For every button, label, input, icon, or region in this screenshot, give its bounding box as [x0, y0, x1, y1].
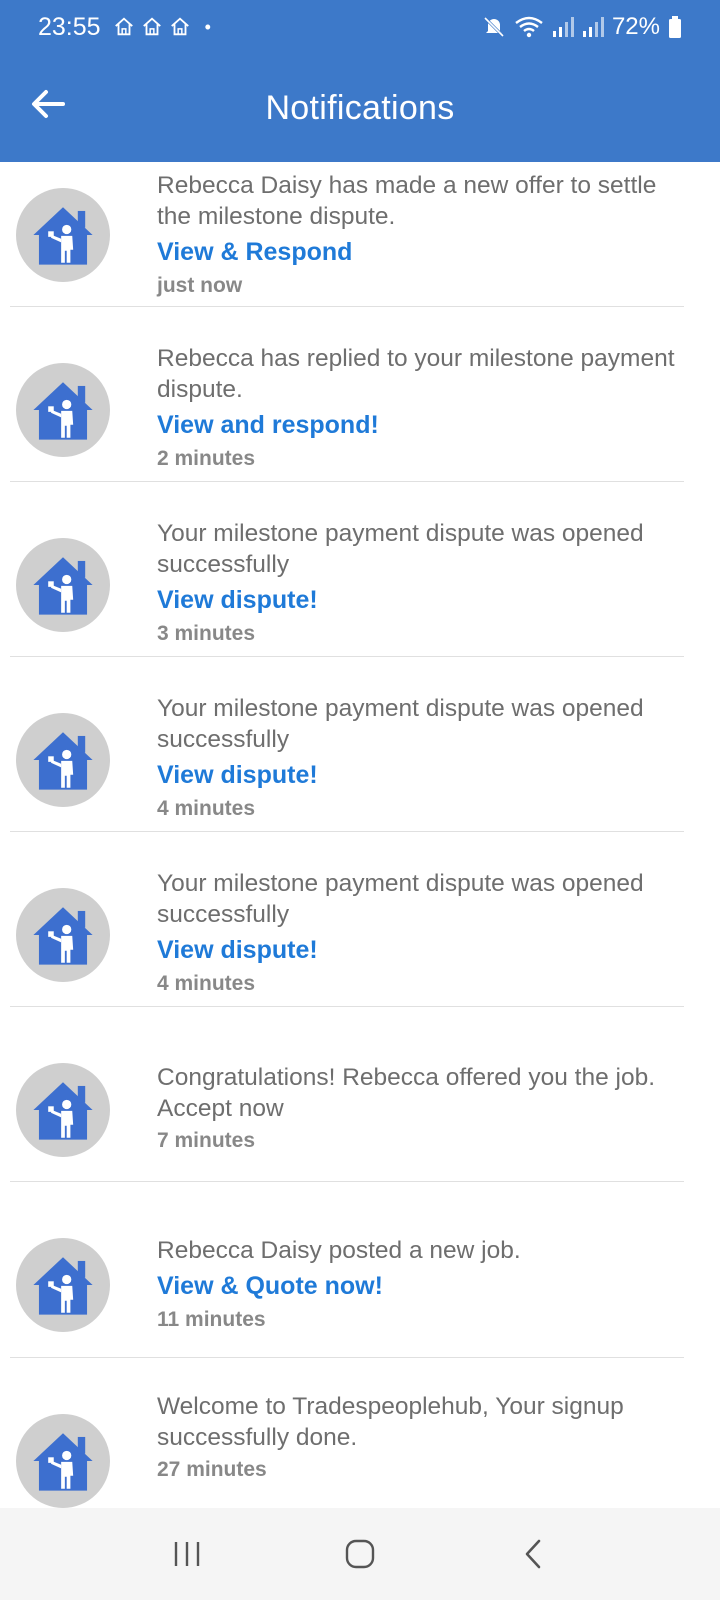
notification-item[interactable]: Rebecca Daisy posted a new job. View & Q… [10, 1182, 684, 1358]
back-icon [526, 1539, 541, 1569]
battery-percent: 72% [611, 13, 660, 40]
notification-message: Congratulations! Rebecca offered you the… [157, 1064, 656, 1122]
notification-message: Rebecca Daisy posted a new job. [157, 1237, 521, 1264]
notification-item[interactable]: Rebecca Daisy has made a new offer to se… [10, 162, 684, 307]
notification-item[interactable]: Your milestone payment dispute was opene… [10, 657, 684, 832]
home-app-icon [170, 17, 189, 36]
notification-time: just now [157, 274, 243, 297]
house-worker-icon [33, 1257, 93, 1315]
notification-action-link[interactable]: View and respond! [157, 408, 677, 442]
avatar [16, 363, 110, 457]
arrow-left-icon [32, 90, 65, 118]
notification-time: 27 minutes [157, 1458, 267, 1481]
notification-content: Congratulations! Rebecca offered you the… [157, 1062, 677, 1155]
notification-message: Your milestone payment dispute was opene… [157, 870, 644, 928]
notification-content: Rebecca has replied to your milestone pa… [157, 343, 677, 473]
notification-item[interactable]: Your milestone payment dispute was opene… [10, 832, 684, 1007]
avatar [16, 1063, 110, 1157]
home-button[interactable] [330, 1524, 390, 1584]
notification-item[interactable]: Your milestone payment dispute was opene… [10, 482, 684, 657]
notification-time: 11 minutes [157, 1308, 266, 1331]
status-time: 23:55 [38, 12, 101, 41]
signal-icon [552, 17, 574, 37]
notification-time: 4 minutes [157, 797, 256, 820]
avatar [16, 888, 110, 982]
app-bar: Notifications [0, 54, 720, 162]
status-app-icons [113, 16, 191, 38]
notification-time: 3 minutes [157, 622, 256, 645]
notification-action-link[interactable]: View & Quote now! [157, 1269, 677, 1303]
house-worker-icon [33, 382, 93, 440]
notification-message: Rebecca Daisy has made a new offer to se… [157, 172, 657, 230]
notification-dot: • [204, 16, 211, 37]
notification-message: Rebecca has replied to your milestone pa… [157, 345, 675, 403]
recent-apps-icon [174, 1542, 199, 1566]
system-back-button[interactable] [503, 1524, 563, 1584]
notification-item[interactable]: Congratulations! Rebecca offered you the… [10, 1007, 684, 1182]
avatar [16, 538, 110, 632]
house-worker-icon [33, 1433, 93, 1491]
notification-message: Your milestone payment dispute was opene… [157, 695, 644, 753]
notification-action-link[interactable]: View & Respond [157, 235, 677, 269]
house-worker-icon [33, 207, 93, 265]
wifi-icon [515, 16, 543, 38]
avatar [16, 1238, 110, 1332]
notification-message: Welcome to Tradespeoplehub, Your signup … [157, 1393, 624, 1451]
house-worker-icon [33, 1082, 93, 1140]
notification-item[interactable]: Welcome to Tradespeoplehub, Your signup … [10, 1358, 684, 1508]
back-button[interactable] [28, 84, 68, 124]
home-app-icon [142, 17, 161, 36]
notification-time: 7 minutes [157, 1129, 256, 1152]
notification-action-link[interactable]: View dispute! [157, 583, 677, 617]
home-icon [345, 1539, 375, 1569]
notification-action-link[interactable]: View dispute! [157, 758, 677, 792]
notification-content: Welcome to Tradespeoplehub, Your signup … [157, 1391, 677, 1484]
notification-content: Your milestone payment dispute was opene… [157, 868, 677, 998]
signal-icon [582, 17, 604, 37]
house-worker-icon [33, 732, 93, 790]
page-title: Notifications [265, 88, 455, 127]
house-worker-icon [33, 907, 93, 965]
notification-time: 2 minutes [157, 447, 256, 470]
notification-item[interactable]: Rebecca has replied to your milestone pa… [10, 307, 684, 482]
status-right-group: 72% [482, 13, 682, 41]
notification-message: Your milestone payment dispute was opene… [157, 520, 644, 578]
system-nav-bar [0, 1508, 720, 1600]
home-app-icon [114, 17, 133, 36]
notification-content: Rebecca Daisy posted a new job. View & Q… [157, 1235, 677, 1334]
notification-content: Rebecca Daisy has made a new offer to se… [157, 170, 677, 300]
battery-icon [669, 16, 681, 38]
avatar [16, 713, 110, 807]
notification-action-link[interactable]: View dispute! [157, 933, 677, 967]
avatar [16, 1414, 110, 1508]
notification-time: 4 minutes [157, 972, 256, 995]
recent-apps-button[interactable] [157, 1524, 217, 1584]
mute-icon [483, 16, 505, 38]
house-worker-icon [33, 557, 93, 615]
avatar [16, 188, 110, 282]
notification-list[interactable]: Rebecca Daisy has made a new offer to se… [0, 162, 720, 1508]
status-bar: 23:55 • 72% [0, 0, 720, 54]
notification-content: Your milestone payment dispute was opene… [157, 693, 677, 823]
notification-content: Your milestone payment dispute was opene… [157, 518, 677, 648]
